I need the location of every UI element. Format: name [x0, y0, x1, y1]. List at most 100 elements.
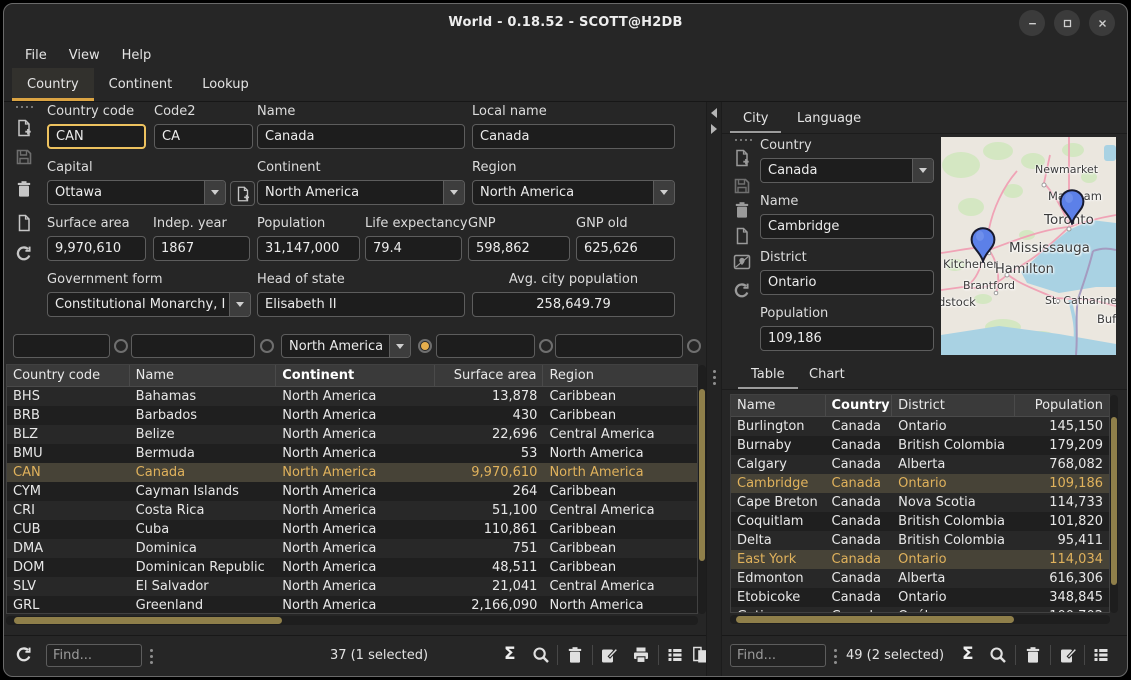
- vertical-scrollbar[interactable]: [1110, 395, 1118, 613]
- minimize-button[interactable]: [1019, 10, 1045, 36]
- delete-record-button[interactable]: [732, 200, 752, 220]
- tab-table[interactable]: Table: [738, 360, 798, 389]
- find-options-icon[interactable]: [150, 649, 153, 664]
- gnp-input[interactable]: 598,862: [468, 236, 570, 261]
- head-of-state-input[interactable]: Elisabeth II: [257, 292, 465, 317]
- columns-button[interactable]: [665, 645, 685, 665]
- table-row[interactable]: BHS Bahamas North America 13,878 Caribbe…: [7, 387, 697, 406]
- find-options-icon[interactable]: [834, 649, 837, 664]
- table-row[interactable]: Burnaby Canada British Colombia 179,209: [731, 436, 1109, 455]
- filter-surface-area-input[interactable]: [436, 334, 535, 358]
- table-row[interactable]: Gatineau Canada Québec 100,702: [731, 607, 1109, 613]
- horizontal-scrollbar[interactable]: [730, 615, 1110, 624]
- filter-country-code-input[interactable]: [13, 334, 110, 358]
- column-header-region[interactable]: Region: [543, 365, 697, 386]
- table-row[interactable]: Cambridge Canada Ontario 109,186: [731, 474, 1109, 493]
- government-form-combobox[interactable]: Constitutional Monarchy, I: [47, 292, 251, 317]
- aggregate-button[interactable]: Σ: [504, 644, 524, 664]
- table-row[interactable]: GRL Greenland North America 2,166,090 No…: [7, 596, 697, 614]
- table-row[interactable]: BLZ Belize North America 22,696 Central …: [7, 425, 697, 444]
- capital-combobox[interactable]: Ottawa: [47, 180, 226, 205]
- vertical-scrollbar[interactable]: [698, 365, 706, 614]
- table-row[interactable]: Calgary Canada Alberta 768,082: [731, 455, 1109, 474]
- scrollbar-thumb[interactable]: [1111, 417, 1117, 585]
- column-header-country[interactable]: Country: [826, 395, 893, 416]
- new-record-button[interactable]: [732, 148, 752, 168]
- delete-record-button[interactable]: [14, 179, 34, 199]
- column-header-surface-area[interactable]: Surface area: [435, 365, 544, 386]
- table-row[interactable]: Coquitlam Canada British Colombia 101,82…: [731, 512, 1109, 531]
- country-code-input[interactable]: CAN: [47, 124, 146, 149]
- tab-lookup[interactable]: Lookup: [187, 68, 264, 101]
- expand-right-icon[interactable]: [711, 124, 717, 134]
- panel-splitter[interactable]: [706, 102, 722, 676]
- table-row[interactable]: SLV El Salvador North America 21,041 Cen…: [7, 577, 697, 596]
- collapse-left-icon[interactable]: [711, 108, 717, 118]
- tab-language[interactable]: Language: [784, 104, 874, 133]
- filter-continent-combobox[interactable]: North America: [281, 334, 411, 358]
- chevron-down-icon[interactable]: [653, 181, 674, 204]
- show-on-map-button[interactable]: [732, 252, 752, 272]
- scrollbar-thumb[interactable]: [14, 617, 282, 624]
- tab-chart[interactable]: Chart: [796, 360, 858, 389]
- name-input[interactable]: Canada: [257, 124, 465, 149]
- chevron-down-icon[interactable]: [229, 293, 250, 316]
- column-header-name[interactable]: Name: [731, 395, 826, 416]
- population-input[interactable]: 31,147,000: [257, 236, 360, 261]
- table-row[interactable]: DOM Dominican Republic North America 48,…: [7, 558, 697, 577]
- column-header-name[interactable]: Name: [130, 365, 277, 386]
- tab-continent[interactable]: Continent: [94, 68, 188, 101]
- edit-rows-button[interactable]: [1058, 645, 1078, 665]
- tab-country[interactable]: Country: [12, 68, 94, 101]
- menu-file[interactable]: File: [14, 45, 58, 66]
- table-row[interactable]: Etobicoke Canada Ontario 348,845: [731, 588, 1109, 607]
- refresh-button[interactable]: [14, 244, 34, 264]
- table-row[interactable]: CYM Cayman Islands North America 264 Car…: [7, 482, 697, 501]
- map-widget[interactable]: Newmarket Markham Toronto Mississauga Ki…: [941, 137, 1116, 355]
- filter-toggle-icon[interactable]: [260, 339, 274, 353]
- region-combobox[interactable]: North America: [472, 180, 675, 205]
- table-row[interactable]: DMA Dominica North America 751 Caribbean: [7, 539, 697, 558]
- city-name-input[interactable]: Cambridge: [760, 214, 934, 239]
- continent-combobox[interactable]: North America: [257, 180, 465, 205]
- table-row[interactable]: Cape Breton Canada Nova Scotia 114,733: [731, 493, 1109, 512]
- chevron-down-icon[interactable]: [389, 335, 410, 357]
- surface-area-input[interactable]: 9,970,610: [47, 236, 146, 261]
- table-row[interactable]: BMU Bermuda North America 53 North Ameri…: [7, 444, 697, 463]
- column-header-population[interactable]: Population: [1015, 395, 1110, 416]
- horizontal-scrollbar[interactable]: [6, 616, 698, 625]
- aggregate-button[interactable]: Σ: [962, 644, 982, 664]
- city-country-combobox[interactable]: Canada: [760, 158, 934, 183]
- search-button[interactable]: [531, 645, 551, 665]
- maximize-button[interactable]: [1054, 10, 1080, 36]
- local-name-input[interactable]: Canada: [472, 124, 675, 149]
- filter-name-input[interactable]: [131, 334, 255, 358]
- delete-rows-button[interactable]: [565, 645, 585, 665]
- indep-year-input[interactable]: 1867: [153, 236, 250, 261]
- close-button[interactable]: [1089, 10, 1115, 36]
- chevron-down-icon[interactable]: [912, 159, 933, 182]
- column-header-country-code[interactable]: Country code: [7, 365, 130, 386]
- edit-rows-button[interactable]: [599, 645, 619, 665]
- find-input[interactable]: [46, 644, 142, 667]
- splitter-handle-icon[interactable]: [713, 370, 716, 385]
- table-row[interactable]: Burlington Canada Ontario 145,150: [731, 417, 1109, 436]
- table-row[interactable]: CRI Costa Rica North America 51,100 Cent…: [7, 501, 697, 520]
- copy-record-button[interactable]: [732, 226, 752, 246]
- table-row[interactable]: Edmonton Canada Alberta 616,306: [731, 569, 1109, 588]
- column-header-district[interactable]: District: [892, 395, 1014, 416]
- filter-active-toggle-icon[interactable]: [418, 339, 432, 353]
- filter-toggle-icon[interactable]: [687, 339, 701, 353]
- new-capital-button[interactable]: [230, 181, 255, 206]
- table-row[interactable]: BRB Barbados North America 430 Caribbean: [7, 406, 697, 425]
- code2-input[interactable]: CA: [154, 124, 253, 149]
- filter-toggle-icon[interactable]: [539, 339, 553, 353]
- gnp-old-input[interactable]: 625,626: [576, 236, 675, 261]
- table-row[interactable]: CAN Canada North America 9,970,610 North…: [7, 463, 697, 482]
- find-input[interactable]: [730, 644, 826, 667]
- save-button[interactable]: [14, 147, 34, 167]
- copy-record-button[interactable]: [14, 213, 34, 233]
- new-record-button[interactable]: [14, 118, 34, 138]
- menu-help[interactable]: Help: [111, 45, 163, 66]
- filter-toggle-icon[interactable]: [114, 339, 128, 353]
